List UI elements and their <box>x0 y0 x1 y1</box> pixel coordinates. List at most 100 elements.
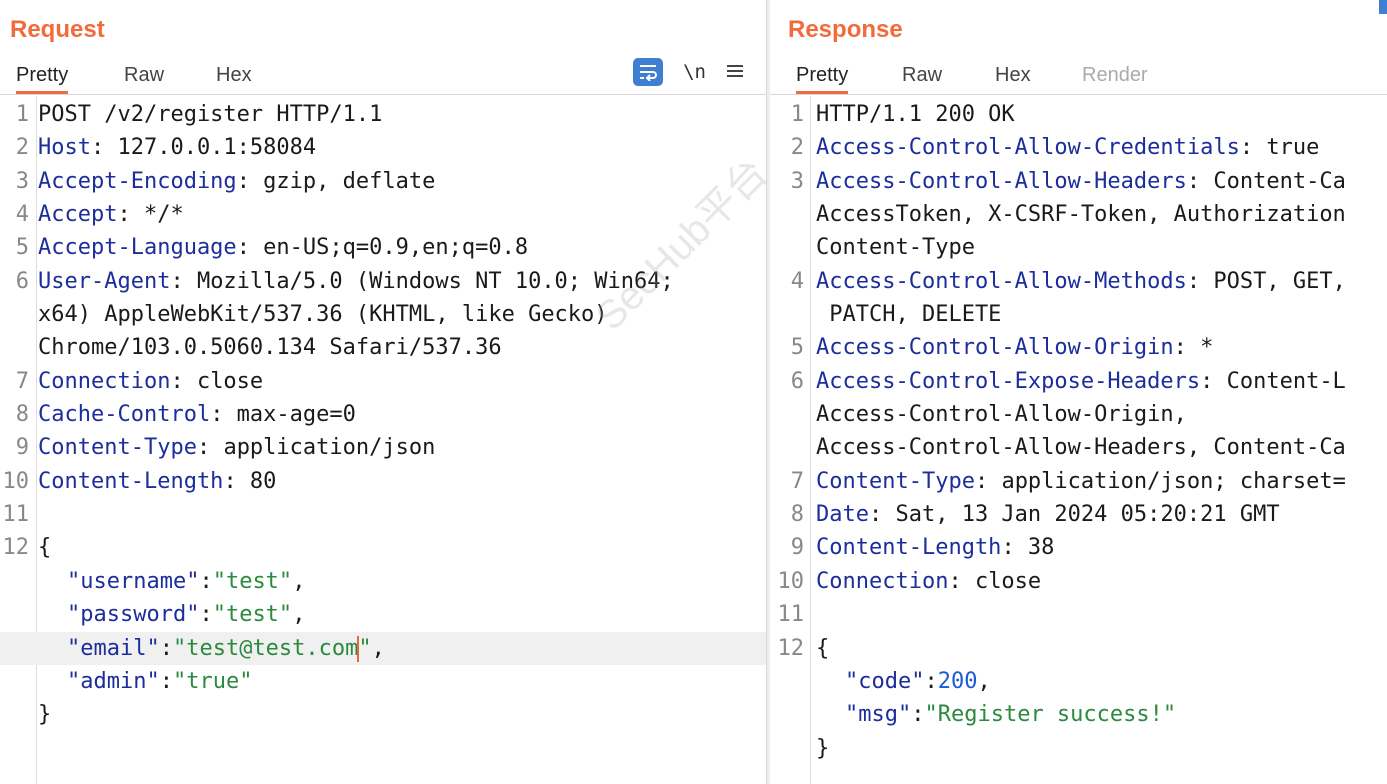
code-text: "email":"test@test.com", <box>38 632 385 665</box>
code-token: : close <box>170 368 264 394</box>
code-token: : Sat, 13 Jan 2024 05:20:21 GMT <box>868 502 1280 528</box>
code-text: Accept-Language: en-US;q=0.9,en;q=0.8 <box>38 231 528 264</box>
code-text: "code":200, <box>816 665 991 698</box>
code-token: , <box>292 602 306 628</box>
code-text: Content-Type <box>816 231 975 264</box>
response-line: 1 HTTP/1.1 200 OK <box>770 98 1387 131</box>
code-token: User-Agent <box>38 268 171 294</box>
code-text: "password":"test", <box>38 598 305 631</box>
response-tab-hex[interactable]: Hex <box>995 61 1031 91</box>
response-tab-render[interactable]: Render <box>1082 61 1148 91</box>
request-line: 2 Host: 127.0.0.1:58084 <box>0 131 766 164</box>
request-line: 11 <box>0 498 766 531</box>
response-tab-pretty[interactable]: Pretty <box>796 61 849 94</box>
line-number: 4 <box>15 202 29 228</box>
code-token: Host <box>38 135 91 161</box>
line-number: 10 <box>2 468 30 494</box>
menu-icon[interactable] <box>726 59 744 85</box>
response-tab-raw[interactable]: Raw <box>902 61 942 91</box>
code-token: "test@test.com <box>172 635 359 661</box>
response-line: 11 <box>770 598 1387 631</box>
line-number: 12 <box>2 535 30 561</box>
code-text: Access-Control-Allow-Headers, Content-Ca <box>816 431 1346 464</box>
response-line: 10 Connection: close <box>770 565 1387 598</box>
code-token: "admin" <box>67 668 160 694</box>
code-token: "test" <box>212 568 293 594</box>
line-number: 3 <box>15 168 29 194</box>
code-token: : 127.0.0.1:58084 <box>90 135 317 161</box>
newline-icon[interactable]: \n <box>683 61 706 83</box>
code-text: "admin":"true" <box>38 665 252 698</box>
code-token: Access-Control-Allow-Origin, <box>816 402 1187 428</box>
line-number: 9 <box>15 435 29 461</box>
request-line: 1 POST /v2/register HTTP/1.1 <box>0 98 766 131</box>
code-token: : true <box>1239 135 1320 161</box>
wrap-lines-icon[interactable] <box>633 58 664 86</box>
code-token: : Content-L <box>1200 368 1346 394</box>
code-token: : Content-Ca <box>1186 168 1346 194</box>
line-number: 4 <box>790 268 804 294</box>
request-line: Chrome/103.0.5060.134 Safari/537.36 <box>0 331 766 364</box>
response-line: 7 Content-Type: application/json; charset… <box>770 465 1387 498</box>
response-editor[interactable]: 1 HTTP/1.1 200 OK 2 Access-Control-Allow-Cr… <box>770 96 1387 784</box>
line-number: 11 <box>2 502 30 528</box>
response-line: 9 Content-Length: 38 <box>770 531 1387 564</box>
line-number: 3 <box>790 168 804 194</box>
response-pane: Response Pretty Raw Hex Render 1 HTTP/1.1… <box>770 0 1387 784</box>
request-line: 4 Accept: */* <box>0 198 766 231</box>
request-line: 10 Content-Length: 80 <box>0 465 766 498</box>
response-scroll-indicator[interactable] <box>1379 0 1387 14</box>
code-text: } <box>816 732 829 765</box>
code-token: Content-Length <box>816 535 1002 561</box>
code-token: 200 <box>937 668 978 694</box>
code-token: : <box>159 668 173 694</box>
code-token: : <box>159 635 173 661</box>
code-token: Connection <box>38 368 171 394</box>
code-text: Content-Type: application/json; charset= <box>816 465 1346 498</box>
code-token: Access-Control-Allow-Origin <box>816 335 1174 361</box>
response-title: Response <box>788 16 903 43</box>
code-text: Cache-Control: max-age=0 <box>38 398 356 431</box>
request-line: "admin":"true" <box>0 665 766 698</box>
request-editor[interactable]: 1 POST /v2/register HTTP/1.1 2 Host: 127.0.… <box>0 96 766 784</box>
request-tab-raw[interactable]: Raw <box>124 61 164 91</box>
code-token: Accept-Encoding <box>38 168 237 194</box>
line-number: 1 <box>790 102 804 127</box>
code-token: , <box>292 568 306 594</box>
line-number: 9 <box>790 535 804 561</box>
response-line: PATCH, DELETE <box>770 298 1387 331</box>
line-number: 2 <box>15 135 29 161</box>
request-title: Request <box>10 16 105 43</box>
code-text: Access-Control-Allow-Methods: POST, GET, <box>816 265 1346 298</box>
code-token: "true" <box>172 668 253 694</box>
code-token: "password" <box>67 602 200 628</box>
response-line: Access-Control-Allow-Origin, <box>770 398 1387 431</box>
request-line: "password":"test", <box>0 598 766 631</box>
code-token: : <box>911 702 925 728</box>
request-line: "email":"test@test.com", <box>0 631 766 665</box>
line-number: 10 <box>777 568 805 594</box>
code-text: "msg":"Register success!" <box>816 698 1176 731</box>
response-line: 6 Access-Control-Expose-Headers: Content-… <box>770 365 1387 398</box>
code-token: , <box>977 668 991 694</box>
response-line: 8 Date: Sat, 13 Jan 2024 05:20:21 GMT <box>770 498 1387 531</box>
code-token: " <box>358 635 372 661</box>
code-token: Content-Type <box>816 468 975 494</box>
response-line: 5 Access-Control-Allow-Origin: * <box>770 331 1387 364</box>
code-text: Host: 127.0.0.1:58084 <box>38 131 316 164</box>
code-token: : close <box>948 568 1042 594</box>
request-line: "username":"test", <box>0 565 766 598</box>
code-text: { <box>38 531 51 564</box>
code-token: Cache-Control <box>38 402 211 428</box>
code-token: : Mozilla/5.0 (Windows NT 10.0; Win64; <box>170 268 674 294</box>
request-line: 5 Accept-Language: en-US;q=0.9,en;q=0.8 <box>0 231 766 264</box>
response-line: Content-Type <box>770 231 1387 264</box>
code-token: : <box>199 568 213 594</box>
code-text: AccessToken, X-CSRF-Token, Authorization <box>816 198 1346 231</box>
response-lines: 1 HTTP/1.1 200 OK 2 Access-Control-Allow-Cr… <box>770 98 1387 765</box>
code-token: : POST, GET, <box>1186 268 1346 294</box>
code-token: Chrome/103.0.5060.134 Safari/537.36 <box>38 335 502 361</box>
request-tab-hex[interactable]: Hex <box>216 61 252 91</box>
request-tab-pretty[interactable]: Pretty <box>16 61 69 94</box>
request-line: x64) AppleWebKit/537.36 (KHTML, like Gec… <box>0 298 766 331</box>
